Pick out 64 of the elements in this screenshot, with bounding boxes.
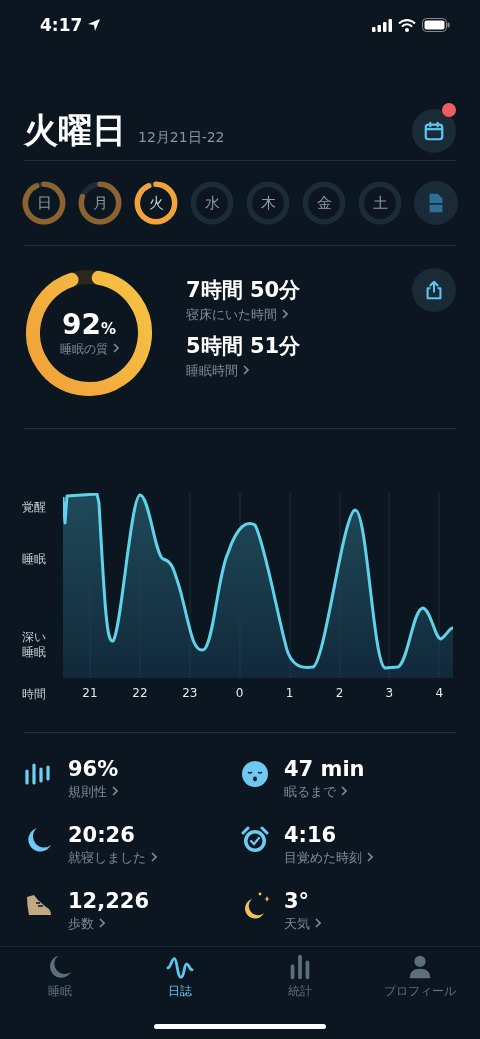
sleepy-face-icon [240, 759, 270, 789]
axis-label: 4 [435, 686, 444, 700]
axis-label: 睡眠 [22, 552, 47, 568]
day-ring-button[interactable]: 月 [78, 181, 122, 225]
axis-label: 23 [182, 686, 198, 700]
date-range: 12月21日-22 [138, 129, 225, 147]
chevron-icon [112, 343, 119, 353]
metric-value: 4:16 [284, 823, 338, 847]
chevron-icon [315, 918, 321, 928]
metric-link[interactable]: 規則性 [68, 783, 119, 801]
quality-unit: % [100, 320, 116, 338]
chevron-icon [367, 852, 373, 862]
duration-link[interactable]: 寝床にいた時間 [186, 306, 301, 324]
day-title: 火曜日 [24, 109, 126, 152]
metric-value: 12,226 [68, 889, 150, 913]
alarm-clock-icon [240, 825, 270, 855]
share-button[interactable] [412, 268, 456, 312]
day-ring-button[interactable]: 金 [302, 181, 346, 225]
duration-value: 7時間 50分 [186, 277, 301, 304]
chevron-icon [282, 309, 288, 319]
axis-label: 1 [285, 686, 294, 700]
metric-value: 47 min [284, 757, 365, 781]
tab[interactable]: 睡眠 [5, 953, 115, 1000]
status-time: 4:17 [40, 15, 83, 35]
axis-title: 時間 [22, 685, 47, 703]
axis-label: 22 [132, 686, 148, 700]
axis-label: 2 [335, 686, 344, 700]
wifi-icon [398, 18, 416, 32]
battery-icon [422, 18, 450, 32]
chevron-icon [151, 852, 157, 862]
metric-value: 96% [68, 757, 119, 781]
day-ring-button[interactable]: 火 [134, 181, 178, 225]
signal-icon [372, 18, 392, 32]
metric-link[interactable]: 歩数 [68, 915, 150, 933]
chevron-icon [341, 786, 347, 796]
calendar-button[interactable] [412, 109, 456, 153]
axis-label: 3 [385, 686, 394, 700]
duration-link[interactable]: 睡眠時間 [186, 362, 301, 380]
chevron-icon [112, 786, 118, 796]
chevron-icon [99, 918, 105, 928]
quality-link[interactable]: 睡眠の質 [59, 341, 119, 358]
quality-value: 92 [62, 308, 101, 341]
location-arrow-icon [87, 18, 102, 32]
tab[interactable]: 日誌 [125, 953, 235, 1000]
metric-link[interactable]: 天気 [284, 915, 321, 933]
metric-value: 3° [284, 889, 311, 913]
tab[interactable]: プロフィール [365, 953, 475, 1000]
tab[interactable]: 統計 [245, 953, 355, 1000]
metric-link[interactable]: 就寝しました [68, 849, 157, 867]
metric-link[interactable]: 眠るまで [284, 783, 365, 801]
day-ring-button[interactable]: 水 [190, 181, 234, 225]
day-ring-button[interactable]: 木 [246, 181, 290, 225]
axis-label: 深い睡眠 [22, 629, 47, 662]
chevron-icon [243, 365, 249, 375]
axis-label: 覚醒 [22, 500, 47, 516]
axis-label: 21 [82, 686, 98, 700]
axis-label: 0 [235, 686, 244, 700]
report-button[interactable] [414, 181, 458, 225]
metric-link[interactable]: 目覚めた時刻 [284, 849, 373, 867]
day-ring-button[interactable]: 土 [358, 181, 402, 225]
duration-value: 5時間 51分 [186, 333, 301, 360]
calendar-icon [423, 120, 445, 142]
day-ring-button[interactable]: 日 [22, 181, 66, 225]
metric-value: 20:26 [68, 823, 136, 847]
